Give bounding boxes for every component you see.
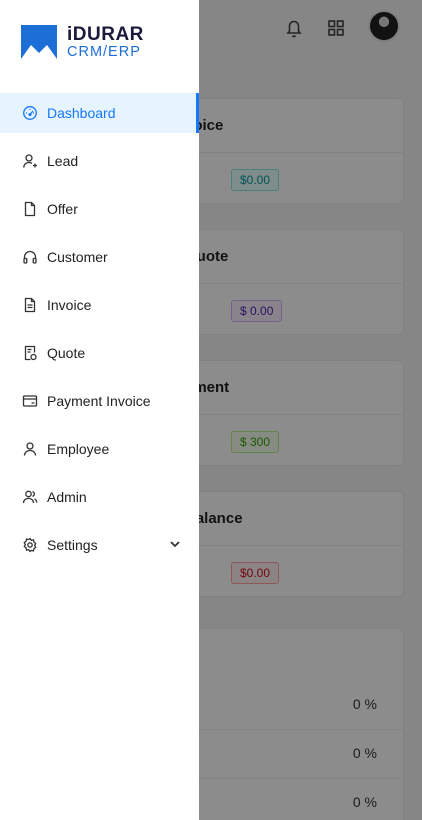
user-icon <box>22 441 38 457</box>
gear-icon <box>22 537 38 553</box>
sidebar-drawer: iDURAR CRM/ERP Dashboard Lead Offer Cust… <box>0 0 199 820</box>
sidebar-item-dashboard[interactable]: Dashboard <box>0 93 199 133</box>
sidebar-item-employee[interactable]: Employee <box>0 429 199 469</box>
file-text-icon <box>22 297 38 313</box>
brand-subtitle: CRM/ERP <box>67 44 141 60</box>
sidebar-item-quote[interactable]: Quote <box>0 333 199 373</box>
sidebar-item-customer[interactable]: Customer <box>0 237 199 277</box>
sidebar-item-label: Payment Invoice <box>47 393 151 409</box>
logo[interactable]: iDURAR CRM/ERP <box>21 25 144 60</box>
chevron-down-icon[interactable] <box>169 538 181 550</box>
credit-card-icon <box>22 393 38 409</box>
logo-mark-icon <box>21 25 57 60</box>
sidebar-item-settings[interactable]: Settings <box>0 525 199 565</box>
sidebar-item-label: Settings <box>47 537 98 553</box>
file-sync-icon <box>22 345 38 361</box>
user-add-icon <box>22 153 38 169</box>
sidebar-item-payment-invoice[interactable]: Payment Invoice <box>0 381 199 421</box>
sidebar-item-label: Lead <box>47 153 79 169</box>
brand-name: iDURAR <box>67 24 144 45</box>
sidebar-item-label: Quote <box>47 345 86 361</box>
sidebar-item-label: Admin <box>47 489 87 505</box>
sidebar-item-label: Offer <box>47 201 78 217</box>
dashboard-icon <box>22 105 38 121</box>
sidebar-item-admin[interactable]: Admin <box>0 477 199 517</box>
sidebar-item-offer[interactable]: Offer <box>0 189 199 229</box>
sidebar-item-label: Invoice <box>47 297 92 313</box>
sidebar-item-label: Dashboard <box>47 105 116 121</box>
headset-icon <box>22 249 38 265</box>
sidebar-item-lead[interactable]: Lead <box>0 141 199 181</box>
sidebar-item-invoice[interactable]: Invoice <box>0 285 199 325</box>
team-icon <box>22 489 38 505</box>
file-icon <box>22 201 38 217</box>
sidebar-menu: Dashboard Lead Offer Customer Invoice Qu… <box>0 93 199 573</box>
sidebar-item-label: Customer <box>47 249 108 265</box>
sidebar-item-label: Employee <box>47 441 110 457</box>
